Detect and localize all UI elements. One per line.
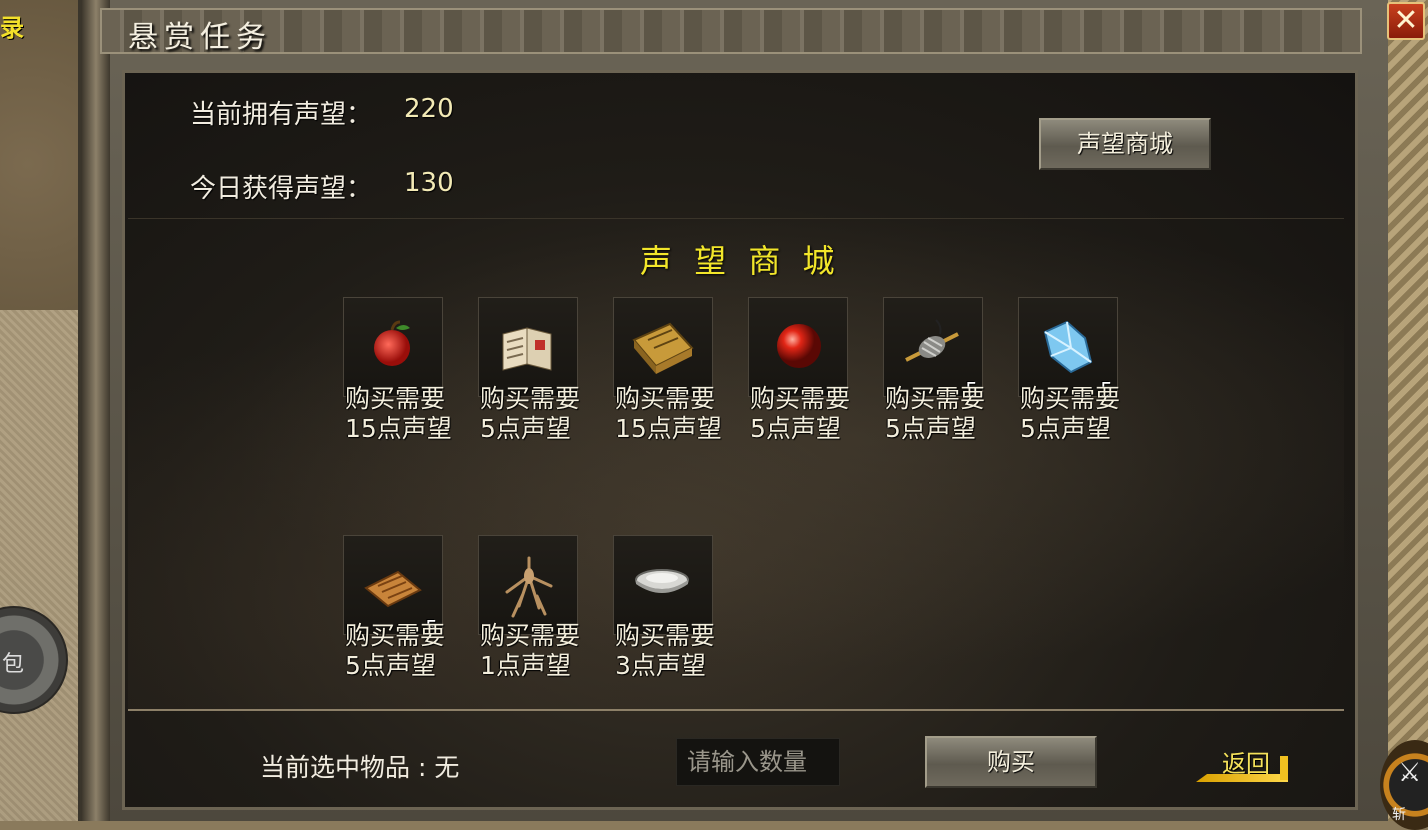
price-line1: 购买需要 [345, 621, 446, 650]
skill-label: 斩 [1392, 807, 1406, 823]
price-line2: 15点声望 [345, 414, 452, 443]
price-line1: 购买需要 [480, 384, 581, 413]
corner-label: 录 [0, 14, 24, 42]
price-line2: 5点声望 [1020, 414, 1111, 443]
price-line1: 购买需要 [615, 384, 716, 413]
price-line2: 15点声望 [615, 414, 722, 443]
item-price: 购买需要 3点声望 [615, 621, 715, 681]
current-reputation-value: 220 [404, 94, 454, 124]
silver-ingot-icon [635, 569, 689, 593]
close-button[interactable]: ✕ [1387, 2, 1425, 40]
price-line1: 购买需要 [345, 384, 446, 413]
ginseng-root-icon [505, 556, 553, 618]
golden-tome-icon [632, 322, 694, 374]
item-price: 购买需要 15点声望 [345, 384, 452, 444]
red-gem-orb-icon [777, 324, 821, 368]
title-bar [100, 8, 1362, 54]
price-line2: 5点声望 [885, 414, 976, 443]
back-arrow-side [1280, 756, 1288, 780]
price-line1: 购买需要 [885, 384, 986, 413]
shop-title: 声 望 商 城 [640, 242, 841, 280]
back-button[interactable]: 返回 [1196, 744, 1288, 784]
buy-button[interactable]: 购买 [925, 736, 1097, 788]
today-reputation-label: 今日获得声望： [190, 174, 373, 204]
price-line1: 购买需要 [750, 384, 851, 413]
price-line2: 5点声望 [345, 651, 436, 680]
shop-item-slot[interactable]: 5 [343, 535, 443, 640]
shop-item-slot[interactable]: 5 [1018, 297, 1118, 402]
item-price: 购买需要 5点声望 [345, 621, 445, 681]
today-reputation-value: 130 [404, 168, 454, 198]
quantity-input[interactable] [676, 738, 840, 786]
frame-ornament [82, 0, 110, 821]
open-book-icon [502, 327, 552, 371]
price-line2: 1点声望 [480, 651, 571, 680]
price-line1: 购买需要 [1020, 384, 1121, 413]
game-world-right [1384, 0, 1428, 821]
item-price: 购买需要 5点声望 [885, 384, 985, 444]
bag-round-button-label: 包 [2, 652, 25, 677]
sword-icon: ⚔ [1398, 758, 1422, 788]
back-arrow-icon [1196, 774, 1288, 782]
price-line1: 购买需要 [615, 621, 716, 650]
shop-item-slot[interactable] [613, 297, 713, 397]
shop-area [128, 218, 1344, 709]
reputation-shop-button[interactable]: 声望商城 [1039, 118, 1211, 170]
selected-item-label: 当前选中物品 : 无 [260, 753, 460, 782]
price-line2: 5点声望 [750, 414, 841, 443]
item-price: 购买需要 5点声望 [750, 384, 850, 444]
shop-item-slot[interactable] [748, 297, 848, 397]
shop-item-slot[interactable] [478, 297, 578, 397]
item-price: 购买需要 15点声望 [615, 384, 722, 444]
item-price: 购买需要 1点声望 [480, 621, 580, 681]
price-line2: 5点声望 [480, 414, 571, 443]
back-button-label: 返回 [1222, 750, 1270, 778]
close-icon: ✕ [1393, 3, 1419, 38]
footer-divider [128, 709, 1344, 711]
price-line1: 购买需要 [480, 621, 581, 650]
shop-item-slot[interactable] [343, 297, 443, 397]
shop-item-slot[interactable] [613, 535, 713, 635]
current-reputation-label: 当前拥有声望： [190, 100, 373, 130]
item-price: 购买需要 5点声望 [1020, 384, 1120, 444]
shop-item-slot[interactable]: 5 [883, 297, 983, 402]
price-line2: 3点声望 [615, 651, 706, 680]
item-price: 购买需要 5点声望 [480, 384, 580, 444]
red-apple-icon [374, 320, 410, 366]
shop-item-slot[interactable] [478, 535, 578, 635]
window-title: 悬赏任务 [128, 20, 272, 55]
